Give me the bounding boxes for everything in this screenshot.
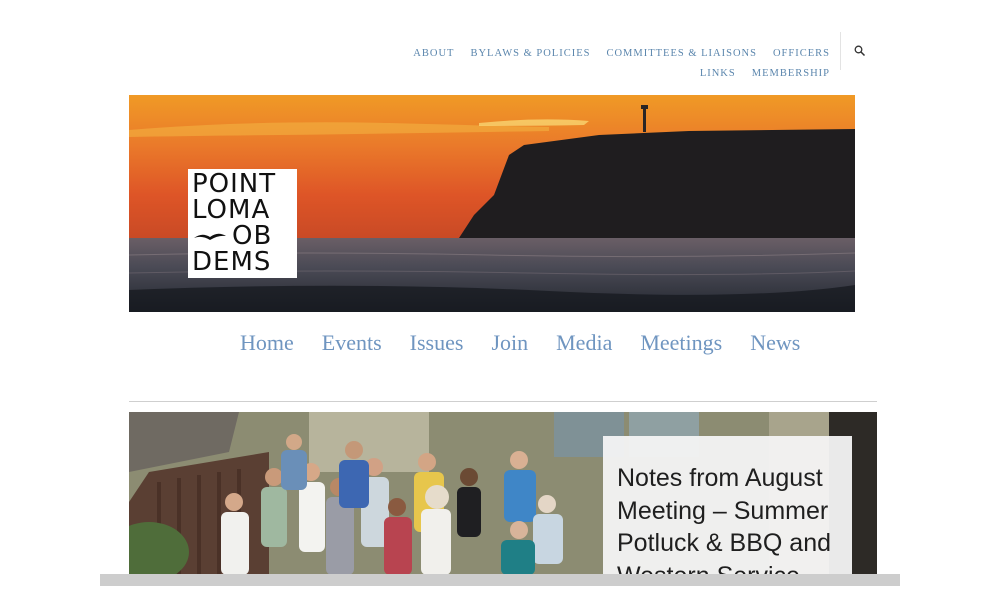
- top-utility-nav: ABOUT BYLAWS & POLICIES COMMITTEES & LIA…: [413, 44, 830, 84]
- logo-line-loma: LOMA: [192, 195, 271, 225]
- site-logo[interactable]: POINT LOMA OB DEMS: [188, 169, 297, 278]
- logo-line-dems: DEMS: [192, 247, 272, 277]
- search-button[interactable]: [853, 44, 867, 58]
- logo-line-point: POINT: [192, 169, 277, 199]
- seagull-icon: [194, 233, 226, 240]
- logo-line-ob: OB: [192, 223, 297, 249]
- magnifier-icon: [854, 45, 866, 57]
- main-nav-news[interactable]: News: [750, 330, 800, 356]
- main-nav-home[interactable]: Home: [240, 330, 294, 356]
- top-nav-about[interactable]: ABOUT: [413, 44, 454, 64]
- top-nav-bylaws-policies[interactable]: BYLAWS & POLICIES: [470, 44, 590, 64]
- logo-text-ob: OB: [232, 221, 273, 251]
- top-nav-row-1: ABOUT BYLAWS & POLICIES COMMITTEES & LIA…: [413, 44, 830, 64]
- main-nav-events[interactable]: Events: [322, 330, 382, 356]
- nav-divider: [840, 32, 841, 70]
- main-nav-media[interactable]: Media: [556, 330, 612, 356]
- section-divider: [129, 401, 877, 402]
- main-nav: Home Events Issues Join Media Meetings N…: [240, 330, 800, 356]
- main-nav-issues[interactable]: Issues: [410, 330, 464, 356]
- featured-post-card[interactable]: Notes from August Meeting – Summer Potlu…: [603, 436, 852, 581]
- top-nav-row-2: LINKS MEMBERSHIP: [440, 64, 830, 84]
- featured-post-title[interactable]: Notes from August Meeting – Summer Potlu…: [617, 462, 840, 581]
- top-nav-officers[interactable]: OFFICERS: [773, 44, 830, 64]
- top-nav-committees-liaisons[interactable]: COMMITTEES & LIAISONS: [606, 44, 757, 64]
- main-nav-join[interactable]: Join: [491, 330, 528, 356]
- top-nav-membership[interactable]: MEMBERSHIP: [752, 64, 830, 84]
- main-nav-meetings[interactable]: Meetings: [640, 330, 722, 356]
- top-nav-links[interactable]: LINKS: [700, 64, 736, 84]
- horizontal-scrollbar[interactable]: [100, 574, 900, 586]
